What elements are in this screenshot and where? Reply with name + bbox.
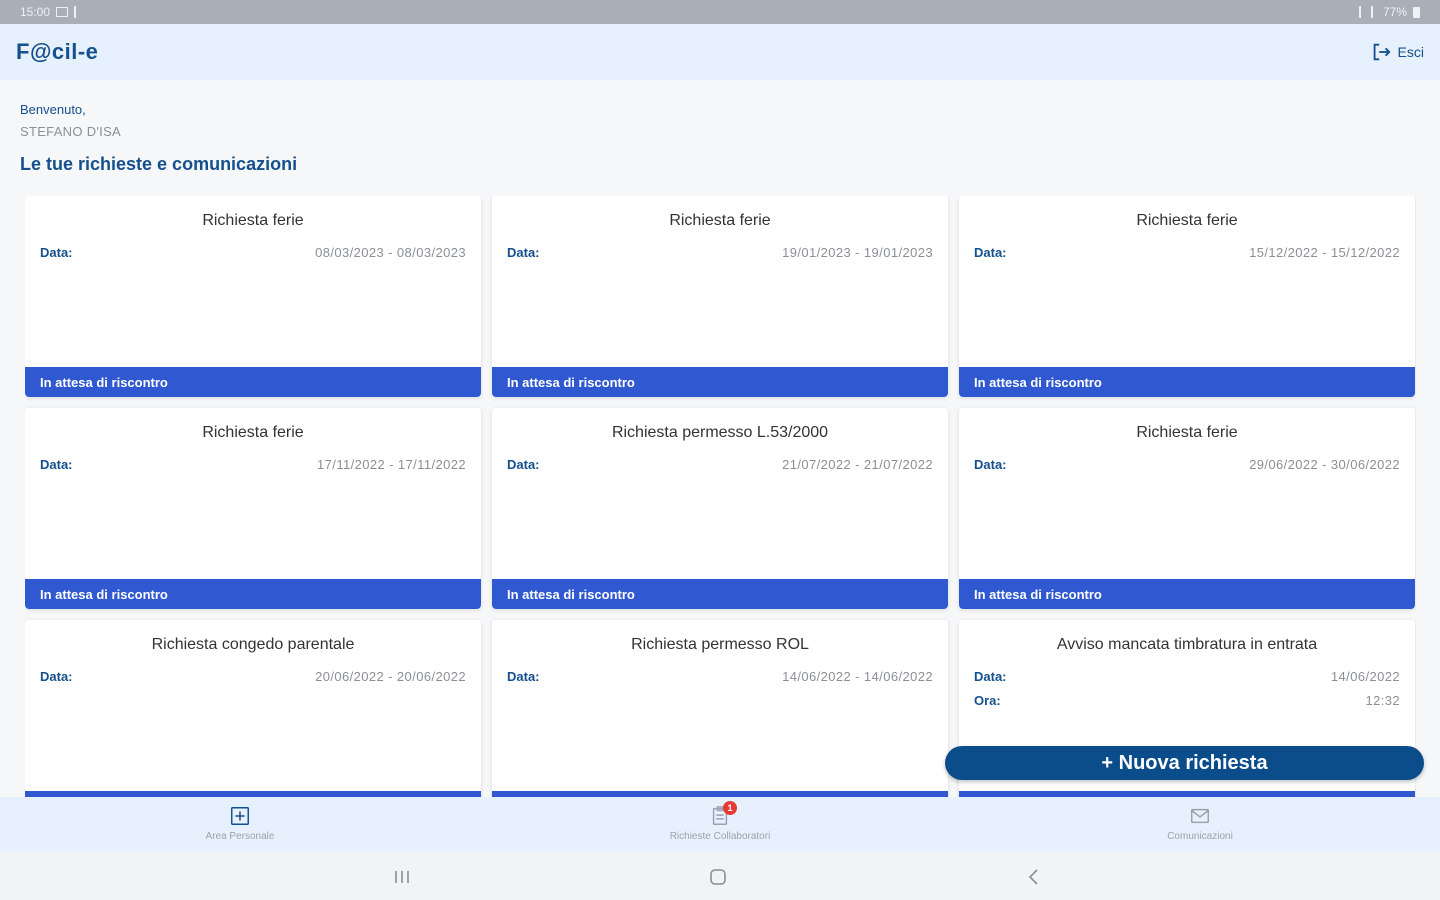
nav-label: Area Personale [205, 831, 275, 842]
card-detail-row: Data: 19/01/2023 - 19/01/2023 [492, 244, 948, 260]
card-title: Richiesta ferie [669, 212, 771, 229]
download-icon [74, 6, 80, 18]
battery-icon [1413, 6, 1420, 18]
signal-icon [1370, 6, 1377, 18]
detail-value: 12:32 [1365, 692, 1400, 708]
user-name: STEFANO D'ISA [20, 124, 122, 139]
status-strip: In attesa di riscontro [492, 367, 948, 397]
card-detail-row: Data: 29/06/2022 - 30/06/2022 [959, 456, 1415, 472]
request-card[interactable]: Richiesta permesso L.53/2000 Data: 21/07/2… [492, 408, 948, 609]
card-title: Richiesta ferie [1136, 212, 1238, 229]
detail-label: Data: [974, 668, 1007, 684]
detail-label: Data: [40, 456, 73, 472]
battery-level: 77% [1382, 5, 1407, 19]
detail-value: 20/06/2022 - 20/06/2022 [315, 668, 466, 684]
card-title: Richiesta congedo parentale [151, 636, 355, 653]
card-title: Richiesta ferie [202, 212, 304, 229]
detail-value: 29/06/2022 - 30/06/2022 [1249, 456, 1400, 472]
card-title: Richiesta permesso ROL [631, 636, 809, 653]
add-box-icon [231, 807, 249, 825]
request-card[interactable]: Richiesta congedo parentale Data: 20/06/20… [25, 620, 481, 797]
card-title: Avviso mancata timbratura in entrata [1056, 636, 1318, 653]
exit-button[interactable]: Esci [1370, 41, 1424, 63]
detail-label: Data: [40, 244, 73, 260]
detail-value: 21/07/2022 - 21/07/2022 [782, 456, 933, 472]
card-detail-row: Data: 15/12/2022 - 15/12/2022 [959, 244, 1415, 260]
detail-value: 15/12/2022 - 15/12/2022 [1249, 244, 1400, 260]
request-card[interactable]: Richiesta ferie Data: 29/06/2022 - 30/06/2… [959, 408, 1415, 609]
system-navigation-bar [0, 852, 1440, 900]
card-detail-row: Data: 14/06/2022 - 14/06/2022 [492, 668, 948, 684]
app-logo: F@cil-e [16, 39, 99, 64]
request-card[interactable]: Richiesta ferie Data: 17/11/2022 - 17/11/2… [25, 408, 481, 609]
detail-label: Ora: [974, 692, 1001, 708]
logout-icon [1373, 43, 1391, 61]
exit-label: Esci [1397, 44, 1424, 60]
status-strip: In attesa di riscontro [25, 367, 481, 397]
detail-value: 17/11/2022 - 17/11/2022 [317, 456, 466, 472]
card-title: Richiesta permesso L.53/2000 [611, 424, 829, 441]
detail-label: Data: [974, 244, 1007, 260]
nav-area-personale[interactable]: Area Personale [0, 797, 480, 852]
card-detail-row: Data: 17/11/2022 - 17/11/2022 [25, 456, 481, 472]
card-title: Richiesta ferie [1136, 424, 1238, 441]
detail-label: Data: [507, 244, 540, 260]
detail-value: 19/01/2023 - 19/01/2023 [782, 244, 933, 260]
detail-label: Data: [507, 668, 540, 684]
card-detail-row: Data: 21/07/2022 - 21/07/2022 [492, 456, 948, 472]
home-icon [710, 869, 726, 885]
request-card[interactable]: Richiesta ferie Data: 19/01/2023 - 19/01/2… [492, 196, 948, 397]
nav-label: Comunicazioni [1167, 831, 1233, 842]
detail-label: Data: [40, 668, 73, 684]
requests-grid: Richiesta ferie Data: 08/03/2023 - 08/03/2… [25, 196, 1416, 797]
detail-label: Data: [507, 456, 540, 472]
card-detail-row: Data: 14/06/2022 [959, 668, 1415, 684]
wifi-icon [1358, 6, 1365, 18]
status-strip: In attesa di riscontro [959, 579, 1415, 609]
recent-apps-button[interactable] [391, 866, 413, 888]
gallery-icon [56, 7, 69, 17]
system-status-bar: 15:00 77% [0, 0, 1440, 24]
back-icon [1028, 869, 1038, 885]
section-title: Le tue richieste e comunicazioni [20, 154, 298, 174]
status-strip: In attesa di riscontro [959, 367, 1415, 397]
status-strip: In attesa di riscontro [492, 579, 948, 609]
card-detail-row: Ora: 12:32 [959, 692, 1415, 708]
detail-value: 14/06/2022 - 14/06/2022 [782, 668, 933, 684]
bottom-navigation: Area Personale 1 Richieste Collaboratori… [0, 797, 1440, 852]
card-detail-row: Data: 08/03/2023 - 08/03/2023 [25, 244, 481, 260]
request-card[interactable]: Richiesta permesso ROL Data: 14/06/2022 - … [492, 620, 948, 797]
nav-comunicazioni[interactable]: Comunicazioni [960, 797, 1440, 852]
back-button[interactable] [1023, 866, 1045, 888]
home-button[interactable] [707, 866, 729, 888]
detail-value: 08/03/2023 - 08/03/2023 [315, 244, 466, 260]
card-title: Richiesta ferie [202, 424, 304, 441]
recent-apps-icon [395, 871, 409, 883]
clock: 15:00 [20, 5, 51, 19]
detail-label: Data: [974, 456, 1007, 472]
detail-value: 14/06/2022 [1330, 668, 1400, 684]
new-request-button[interactable]: + Nuova richiesta [945, 746, 1424, 780]
mail-icon [1191, 808, 1209, 824]
request-card[interactable]: Richiesta ferie Data: 15/12/2022 - 15/12/2… [959, 196, 1415, 397]
notification-badge: 1 [723, 801, 737, 815]
welcome-text: Benvenuto, [20, 102, 86, 117]
card-detail-row: Data: 20/06/2022 - 20/06/2022 [25, 668, 481, 684]
status-strip: In attesa di riscontro [25, 579, 481, 609]
nav-richieste-collaboratori[interactable]: 1 Richieste Collaboratori [480, 797, 960, 852]
nav-label: Richieste Collaboratori [669, 831, 771, 842]
app-header: F@cil-e Esci [0, 24, 1440, 80]
request-card[interactable]: Richiesta ferie Data: 08/03/2023 - 08/03/2… [25, 196, 481, 397]
